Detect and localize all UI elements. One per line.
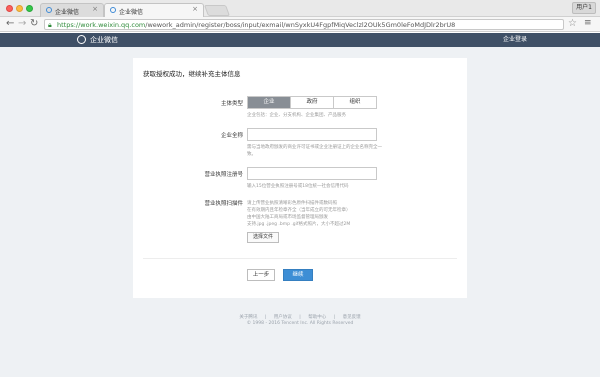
- license-scan-label: 营业执照扫描件: [204, 201, 243, 207]
- reload-icon[interactable]: ↻: [30, 18, 38, 30]
- license-scan-hint-1: 请上传营业执照清晰彩色原件扫描件或数码照: [247, 201, 337, 206]
- footer-separator: |: [264, 315, 267, 320]
- browser-tab-active[interactable]: 企业微信 ×: [104, 3, 204, 17]
- tab-title: 企业微信: [119, 9, 144, 16]
- footer-link-terms[interactable]: 用户协议: [274, 315, 292, 320]
- browser-tab[interactable]: 企业微信 ×: [40, 3, 104, 17]
- menu-icon[interactable]: ≡: [584, 18, 592, 28]
- bookmark-star-icon[interactable]: ☆: [568, 18, 577, 29]
- footer-copyright: © 1998 - 2016 Tencent Inc. All Rights Re…: [246, 321, 354, 326]
- url-path: /wework_admin/register/boss/input/exmail…: [145, 21, 456, 29]
- close-tab-icon[interactable]: ×: [92, 5, 98, 13]
- entity-type-option-organization[interactable]: 组织: [334, 97, 376, 108]
- new-tab-button[interactable]: [203, 5, 231, 16]
- maximize-window-icon[interactable]: [26, 5, 33, 12]
- lock-icon: 🔒︎: [48, 21, 52, 29]
- page-title: 获取授权成功，继续补充主体信息: [143, 70, 241, 78]
- license-number-input[interactable]: [247, 167, 377, 180]
- company-name-label: 企业全称: [220, 133, 243, 139]
- url-host: https://work.weixin.qq.com: [57, 21, 146, 29]
- license-number-hint: 输入15位营业执照注册号或18位统一社会信用代码: [247, 184, 349, 189]
- profile-button[interactable]: 用户1: [572, 2, 596, 14]
- footer-link-feedback[interactable]: 意见反馈: [343, 315, 361, 320]
- app-header: 企业微信 企业登录: [0, 33, 600, 47]
- entity-type-selector: 企业 政府 组织: [247, 96, 377, 109]
- choose-file-button[interactable]: 选择文件: [247, 232, 279, 243]
- browser-titlebar: 企业微信 × 企业微信 × 用户1: [0, 0, 600, 17]
- entity-type-option-enterprise[interactable]: 企业: [248, 97, 291, 108]
- footer-separator: |: [299, 315, 301, 320]
- browser-toolbar: ← → ↻ 🔒︎ https://work.weixin.qq.com/wewo…: [0, 17, 600, 32]
- footer-links: 关于腾讯 | 用户协议 | 帮助中心 | 意见反馈: [0, 314, 600, 320]
- company-name-hint: 需与当地政府颁发的商业许可证书或企业注册证上的企业名称完全一致。: [247, 145, 382, 157]
- divider: [143, 258, 457, 259]
- wework-logo-icon: [77, 35, 86, 44]
- enterprise-login-link[interactable]: 企业登录: [503, 35, 527, 45]
- entity-type-hint: 企业包括：企业、分支机构、企业集团、产品服务: [247, 113, 346, 118]
- entity-type-option-government[interactable]: 政府: [291, 97, 334, 108]
- logo-text[interactable]: 企业微信: [90, 35, 118, 45]
- back-arrow-icon[interactable]: ←: [6, 18, 14, 30]
- wework-favicon-icon: [110, 7, 116, 13]
- registration-card: 获取授权成功，继续补充主体信息 主体类型 企业 政府 组织 企业包括：企业、分支…: [133, 58, 467, 298]
- license-scan-hint-3: 由中国大陆工商局或市场监督管理局颁发: [247, 215, 328, 220]
- footer-link-about[interactable]: 关于腾讯: [239, 315, 257, 320]
- license-scan-hint-4: 支持.jpg .jpeg .bmp .gif格式照片，大小不超过2M: [247, 222, 351, 227]
- continue-button[interactable]: 继续: [283, 269, 313, 281]
- footer-separator: |: [333, 315, 336, 320]
- forward-arrow-icon[interactable]: →: [18, 18, 26, 30]
- footer-link-help[interactable]: 帮助中心: [308, 315, 326, 320]
- close-window-icon[interactable]: [6, 5, 13, 12]
- wework-favicon-icon: [46, 7, 52, 13]
- license-number-label: 营业执照注册号: [204, 172, 243, 178]
- previous-step-button[interactable]: 上一步: [247, 269, 275, 281]
- company-name-input[interactable]: [247, 128, 377, 141]
- entity-type-label: 主体类型: [220, 101, 243, 107]
- license-scan-hint-2: 在有效期内且年检章齐全（当年成立的可无年检章）: [247, 208, 351, 213]
- close-tab-icon[interactable]: ×: [192, 5, 198, 13]
- tab-title: 企业微信: [55, 9, 80, 16]
- minimize-window-icon[interactable]: [16, 5, 23, 12]
- address-bar[interactable]: 🔒︎ https://work.weixin.qq.com/wework_adm…: [44, 19, 564, 30]
